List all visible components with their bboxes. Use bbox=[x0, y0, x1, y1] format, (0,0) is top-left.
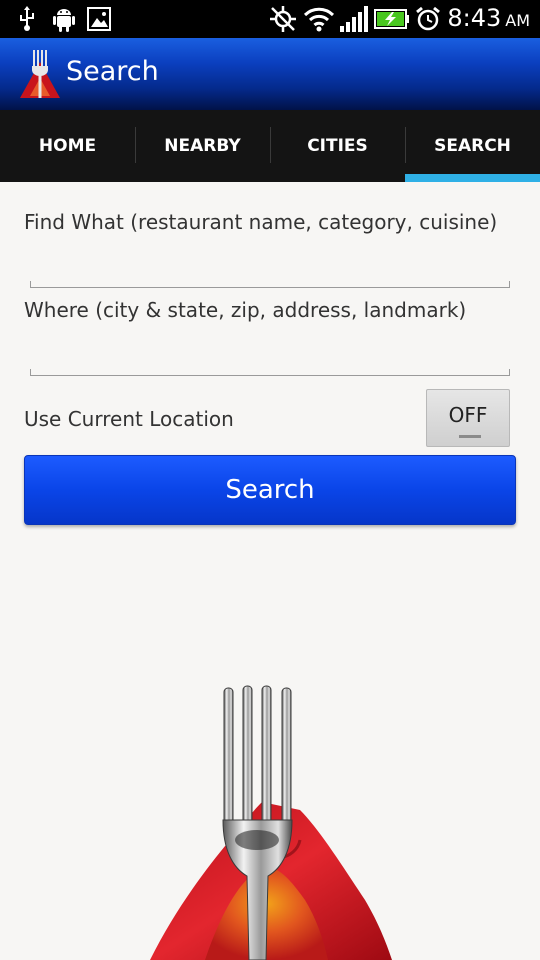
android-debug-icon bbox=[50, 6, 78, 32]
usb-icon bbox=[14, 6, 40, 32]
page-title: Search bbox=[66, 56, 159, 87]
tab-bar: HOME NEARBY CITIES SEARCH bbox=[0, 110, 540, 182]
signal-icon bbox=[338, 6, 370, 32]
action-bar: Search bbox=[0, 38, 540, 110]
find-what-input[interactable] bbox=[30, 248, 510, 288]
status-bar: 8:43 AM bbox=[0, 0, 540, 38]
where-field-wrap bbox=[30, 336, 510, 376]
where-input[interactable] bbox=[30, 336, 510, 376]
clock-time: 8:43 bbox=[447, 4, 502, 32]
clock: 8:43 AM bbox=[447, 4, 530, 34]
input-edge-right bbox=[509, 369, 510, 376]
find-what-label: Find What (restaurant name, category, cu… bbox=[24, 210, 498, 234]
tab-search[interactable]: SEARCH bbox=[405, 110, 540, 182]
use-location-label: Use Current Location bbox=[24, 407, 234, 431]
tab-nearby[interactable]: NEARBY bbox=[135, 110, 270, 182]
tab-cities[interactable]: CITIES bbox=[270, 110, 405, 182]
gps-off-icon bbox=[268, 6, 298, 32]
search-button[interactable]: Search bbox=[24, 455, 516, 525]
battery-charging-icon bbox=[374, 6, 410, 32]
where-label: Where (city & state, zip, address, landm… bbox=[24, 298, 467, 322]
find-what-field-wrap bbox=[30, 248, 510, 288]
alarm-icon bbox=[414, 6, 442, 32]
use-location-toggle[interactable]: OFF bbox=[426, 389, 510, 447]
fork-napkin-logo-icon[interactable] bbox=[18, 48, 62, 100]
input-edge-left bbox=[30, 281, 31, 288]
gallery-icon bbox=[86, 6, 112, 32]
input-edge-right bbox=[509, 281, 510, 288]
toggle-indicator bbox=[459, 435, 481, 438]
wifi-icon bbox=[302, 6, 336, 32]
input-edge-left bbox=[30, 369, 31, 376]
toggle-state-label: OFF bbox=[448, 403, 488, 427]
clock-ampm: AM bbox=[505, 11, 530, 30]
fork-napkin-illustration bbox=[0, 540, 540, 960]
tab-home[interactable]: HOME bbox=[0, 110, 135, 182]
